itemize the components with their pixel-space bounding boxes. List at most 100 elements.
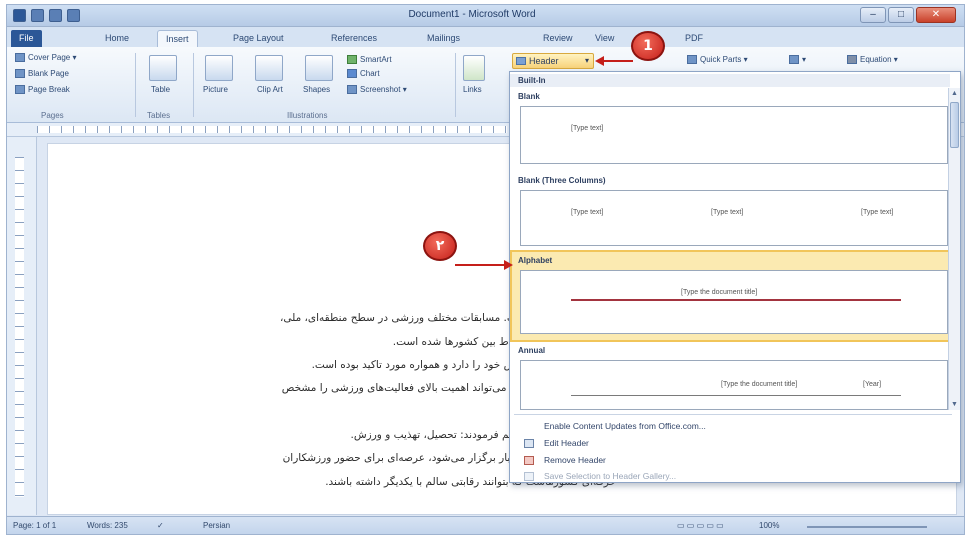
edit-header-item[interactable]: Edit Header xyxy=(518,435,948,452)
table-icon[interactable] xyxy=(149,55,177,81)
proofing-icon[interactable]: ✓ xyxy=(157,521,164,530)
chart-button[interactable]: Chart xyxy=(347,69,380,79)
close-button[interactable]: ✕ xyxy=(916,7,956,23)
header-icon xyxy=(516,57,526,65)
tab-references[interactable]: References xyxy=(323,30,385,47)
group-separator xyxy=(455,53,456,117)
document-line: ارتباط بین کشورها شده است. xyxy=(392,336,526,348)
callout-marker-2: ۲ xyxy=(423,231,457,261)
callout-arrow xyxy=(455,264,505,266)
placeholder-text: [Year] xyxy=(863,381,882,388)
maximize-button[interactable]: □ xyxy=(888,7,914,23)
group-separator xyxy=(193,53,194,117)
template-name: Blank xyxy=(518,92,540,101)
page-break-label: Page Break xyxy=(28,85,70,94)
blank-page-button[interactable]: Blank Page xyxy=(15,69,69,79)
clip-art-icon[interactable] xyxy=(255,55,283,81)
template-name: Annual xyxy=(518,346,546,355)
gallery-section-title: Built-In xyxy=(510,74,950,87)
ribbon-tabs: File Home Insert Page Layout References … xyxy=(7,27,964,47)
blank-page-label: Blank Page xyxy=(28,69,69,78)
equation-label: Equation ▾ xyxy=(860,55,898,64)
tab-file[interactable]: File xyxy=(11,30,42,47)
save-selection-icon xyxy=(524,472,534,481)
equation-button[interactable]: Equation ▾ xyxy=(847,55,898,65)
header-button-label: Header xyxy=(529,56,559,66)
placeholder-text: [Type the document title] xyxy=(721,381,798,388)
tab-view[interactable]: View xyxy=(587,30,622,47)
shapes-label: Shapes xyxy=(303,85,331,94)
zoom-slider[interactable] xyxy=(807,526,927,528)
document-line: یک بار برگزار می‌شود، عرصه‌ای برای حضور … xyxy=(282,452,526,464)
page-break-icon xyxy=(15,85,25,95)
group-label-tables: Tables xyxy=(147,111,171,120)
word-count[interactable]: Words: 235 xyxy=(87,521,128,530)
callout-arrowhead xyxy=(595,56,604,66)
menu-item-label: Remove Header xyxy=(544,455,606,465)
tab-home[interactable]: Home xyxy=(97,30,137,47)
redo-icon[interactable] xyxy=(67,9,80,22)
tab-mailings[interactable]: Mailings xyxy=(419,30,468,47)
placeholder-text: [Type the document title] xyxy=(681,289,758,296)
smartart-button[interactable]: SmartArt xyxy=(347,55,392,65)
template-name: Blank (Three Columns) xyxy=(518,176,606,185)
placeholder-text: [Type text] xyxy=(711,209,744,216)
clip-art-label: Clip Art xyxy=(257,85,283,94)
callout-arrow xyxy=(603,60,633,62)
view-buttons[interactable]: ▭ ▭ ▭ ▭ ▭ xyxy=(677,521,724,530)
screenshot-button[interactable]: Screenshot ▾ xyxy=(347,85,407,95)
links-icon[interactable] xyxy=(463,55,485,81)
template-alphabet[interactable]: [Type the document title] xyxy=(520,270,948,334)
screenshot-icon xyxy=(347,85,357,95)
zoom-level[interactable]: 100% xyxy=(759,521,779,530)
shapes-icon[interactable] xyxy=(305,55,333,81)
group-label-illustrations: Illustrations xyxy=(287,111,328,120)
ruler-scale xyxy=(37,126,507,133)
save-icon[interactable] xyxy=(31,9,44,22)
word-window: Document1 - Microsoft Word – □ ✕ File Ho… xyxy=(6,4,965,535)
rule-line xyxy=(571,395,901,396)
vertical-ruler xyxy=(7,137,37,515)
menu-item-label: Enable Content Updates from Office.com..… xyxy=(544,421,706,431)
picture-icon[interactable] xyxy=(205,55,233,81)
template-blank[interactable]: [Type text] xyxy=(520,106,948,164)
document-line: ازی می‌تواند اهمیت بالای فعالیت‌های ورزش… xyxy=(281,382,526,394)
tab-page-layout[interactable]: Page Layout xyxy=(225,30,292,47)
template-blank-three-columns[interactable]: [Type text] [Type text] [Type text] xyxy=(520,190,948,246)
page-count[interactable]: Page: 1 of 1 xyxy=(13,521,56,530)
undo-icon[interactable] xyxy=(49,9,62,22)
quick-parts-icon xyxy=(687,55,697,65)
smartart-label: SmartArt xyxy=(360,55,392,64)
minimize-button[interactable]: – xyxy=(860,7,886,23)
tab-pdf[interactable]: PDF xyxy=(677,30,711,47)
menu-item-label: Save Selection to Header Gallery... xyxy=(544,471,677,481)
tab-review[interactable]: Review xyxy=(535,30,581,47)
quick-parts-button[interactable]: Quick Parts ▾ xyxy=(687,55,748,65)
word-logo-icon xyxy=(13,9,26,22)
scroll-up-icon[interactable]: ▲ xyxy=(949,88,960,99)
menu-divider xyxy=(514,414,952,415)
quick-parts-label: Quick Parts ▾ xyxy=(700,55,748,64)
save-selection-item: Save Selection to Header Gallery... xyxy=(518,468,948,482)
scroll-down-icon[interactable]: ▼ xyxy=(949,399,960,410)
placeholder-text: [Type text] xyxy=(571,209,604,216)
chart-label: Chart xyxy=(360,69,380,78)
template-annual[interactable]: [Type the document title] [Year] xyxy=(520,360,948,410)
cover-page-button[interactable]: Cover Page ▾ xyxy=(15,53,76,63)
enable-content-updates-item[interactable]: Enable Content Updates from Office.com..… xyxy=(518,418,948,435)
remove-header-item[interactable]: Remove Header xyxy=(518,452,948,469)
placeholder-text: [Type text] xyxy=(571,125,604,132)
scroll-thumb[interactable] xyxy=(950,102,959,148)
document-line: رسیم فرمودند: تحصیل، تهذیب و ورزش. xyxy=(350,429,526,441)
callout-marker-1: 1 xyxy=(631,31,665,61)
signature-button[interactable]: ▾ xyxy=(789,55,806,65)
header-button[interactable]: Header ▾ xyxy=(512,53,594,69)
equation-icon xyxy=(847,55,857,65)
page-break-button[interactable]: Page Break xyxy=(15,85,70,95)
group-label-pages: Pages xyxy=(41,111,64,120)
gallery-scrollbar[interactable]: ▲ ▼ xyxy=(948,88,960,410)
tab-insert[interactable]: Insert xyxy=(157,30,198,47)
header-gallery: Built-In Blank [Type text] Blank (Three … xyxy=(509,71,961,483)
language-indicator[interactable]: Persian xyxy=(203,521,230,530)
screenshot-label: Screenshot ▾ xyxy=(360,85,407,94)
